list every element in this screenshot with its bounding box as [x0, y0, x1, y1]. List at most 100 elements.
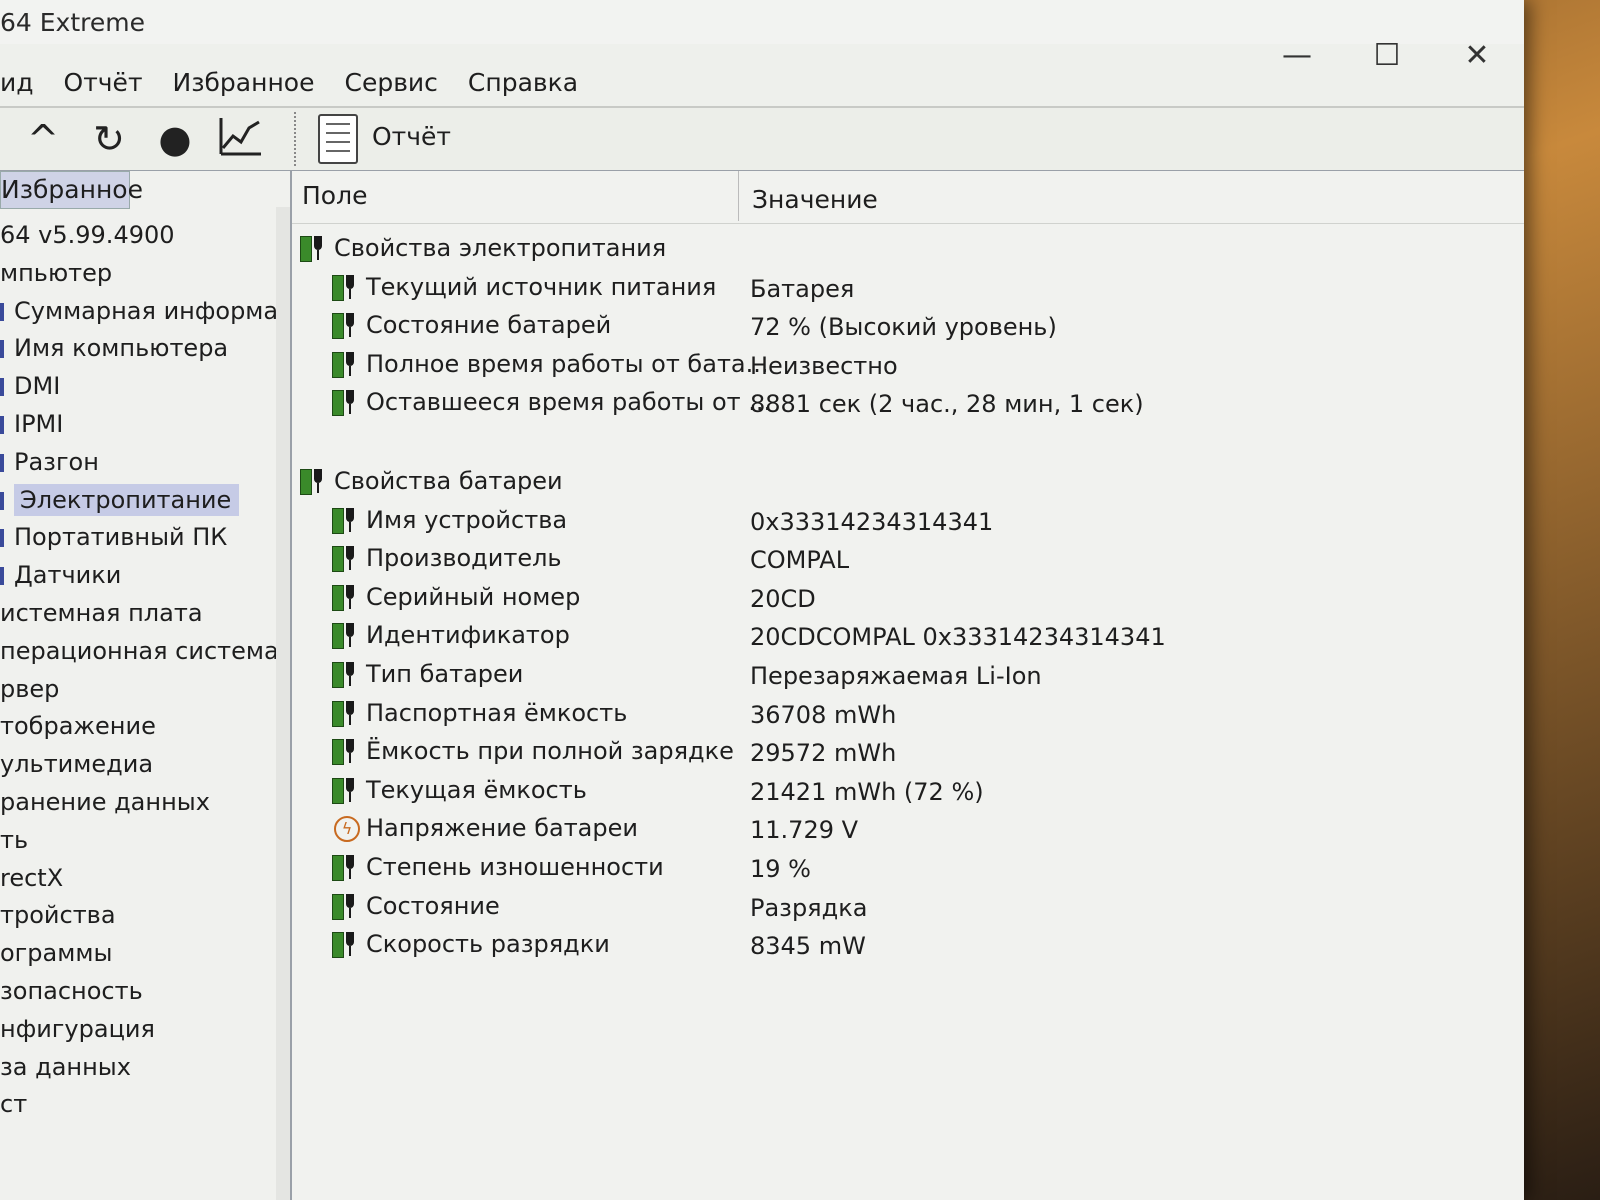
tree-item[interactable]: мпьютер	[0, 255, 276, 293]
field-value: 8345 mW	[750, 932, 866, 961]
sidebar-scrollbar[interactable]	[276, 207, 290, 1200]
menu-help[interactable]: Справка	[468, 68, 578, 97]
table-row[interactable]: Скорость разрядки 8345 mW	[292, 925, 1524, 964]
field-value: Неизвестно	[750, 351, 898, 380]
table-row[interactable]: Паспортная ёмкость 36708 mWh	[292, 694, 1524, 733]
tree-item[interactable]: Разгон	[0, 444, 276, 482]
field-value: Батарея	[750, 274, 855, 303]
tree-item-label: мпьютер	[0, 258, 113, 287]
field-label: Степень изношенности	[366, 852, 664, 881]
chart-icon[interactable]	[216, 116, 266, 162]
tree-item-label: Суммарная информац	[14, 296, 276, 325]
tree-item-label: тройства	[0, 901, 116, 930]
battery-plug-icon	[332, 893, 360, 920]
tree-item[interactable]: ст	[0, 1086, 276, 1124]
tree-item[interactable]: Имя компьютера	[0, 330, 276, 368]
battery-plug-icon	[332, 661, 360, 688]
menu-report[interactable]: Отчёт	[64, 68, 143, 97]
tree-item[interactable]: за данных	[0, 1049, 276, 1087]
user-icon[interactable]: ●	[150, 116, 200, 162]
battery-plug-icon	[332, 777, 360, 804]
tree-item[interactable]: тройства	[0, 897, 276, 935]
menu-service[interactable]: Сервис	[344, 68, 437, 97]
table-row[interactable]: Текущая ёмкость 21421 mWh (72 %)	[292, 771, 1524, 810]
field-value: 20CD	[750, 584, 816, 613]
field-label: Текущая ёмкость	[366, 775, 587, 804]
tree-item[interactable]: ть	[0, 822, 276, 860]
tree-item[interactable]: rectX	[0, 860, 276, 898]
tree-item-label: зопасность	[0, 976, 143, 1005]
tab-favorites[interactable]: Избранное	[0, 171, 143, 209]
table-row[interactable]: Идентификатор 20CDCOMPAL 0x33314234314341	[292, 616, 1524, 655]
tree-item[interactable]: истемная плата	[0, 595, 276, 633]
column-header-field[interactable]: Поле	[302, 181, 367, 210]
group-row[interactable]: Свойства батареи	[292, 462, 1524, 501]
tree-item[interactable]: перационная система	[0, 633, 276, 671]
menu-view[interactable]: ид	[0, 68, 34, 97]
sidebar: Избранное 64 v5.99.4900 мпьютер Суммарная …	[0, 171, 292, 1200]
battery-plug-icon	[332, 507, 360, 534]
table-row[interactable]: Тип батареи Перезаряжаемая Li-Ion	[292, 655, 1524, 694]
table-row[interactable]: Оставшееся время работы от ... 8881 сек (…	[292, 383, 1524, 422]
column-header-value[interactable]: Значение	[752, 185, 878, 214]
table-row[interactable]: ϟ Напряжение батареи 11.729 V	[292, 809, 1524, 848]
tree-item[interactable]: тображение	[0, 708, 276, 746]
field-value: COMPAL	[750, 546, 850, 575]
field-label: Напряжение батареи	[366, 814, 638, 843]
tree-item[interactable]: ранение данных	[0, 784, 276, 822]
field-label: Свойства батареи	[334, 466, 563, 495]
tree-item-label: нфигурация	[0, 1014, 155, 1043]
field-label: Состояние батарей	[366, 311, 612, 340]
field-value: 21421 mWh (72 %)	[750, 777, 984, 806]
report-button-label[interactable]: Отчёт	[372, 122, 451, 151]
battery-plug-icon	[332, 546, 360, 573]
caret-up-icon[interactable]: ^	[18, 116, 68, 162]
field-label: Идентификатор	[366, 621, 570, 650]
tree-item-label: тображение	[0, 712, 156, 741]
table-row[interactable]: Состояние Разрядка	[292, 887, 1524, 926]
field-value: 0x33314234314341	[750, 507, 994, 536]
tree-item-label: за данных	[0, 1052, 131, 1081]
refresh-icon[interactable]: ↻	[84, 116, 134, 162]
tree-item[interactable]: IPMI	[0, 406, 276, 444]
table-row[interactable]: Степень изношенности 19 %	[292, 848, 1524, 887]
table-row[interactable]: Текущий источник питания Батарея	[292, 268, 1524, 307]
group-row[interactable]: Свойства электропитания	[292, 229, 1524, 268]
battery-plug-icon	[332, 623, 360, 650]
tree-item[interactable]: ограммы	[0, 935, 276, 973]
tree-item[interactable]: рвер	[0, 671, 276, 709]
tree-item[interactable]: Датчики	[0, 557, 276, 595]
tree-item-label: истемная плата	[0, 598, 203, 627]
field-label: Текущий источник питания	[366, 272, 717, 301]
table-row[interactable]: Имя устройства 0x33314234314341	[292, 501, 1524, 540]
table-row[interactable]: Состояние батарей 72 % (Высокий уровень)	[292, 306, 1524, 345]
table-row[interactable]: Полное время работы от бата... Неизвестно	[292, 345, 1524, 384]
field-value: 8881 сек (2 час., 28 мин, 1 сек)	[750, 390, 1144, 419]
menu-favorites[interactable]: Избранное	[173, 68, 315, 97]
table-row[interactable]: Производитель COMPAL	[292, 539, 1524, 578]
report-icon[interactable]	[318, 114, 358, 164]
table-row[interactable]: Ёмкость при полной зарядке 29572 mWh	[292, 732, 1524, 771]
tree-item[interactable]: Электропитание	[0, 482, 276, 520]
tree-item-label: DMI	[14, 372, 61, 401]
tree-item[interactable]: зопасность	[0, 973, 276, 1011]
tree-item[interactable]: нфигурация	[0, 1011, 276, 1049]
voltage-icon: ϟ	[332, 816, 360, 843]
tree-item-label: rectX	[0, 863, 64, 892]
field-value: 29572 mWh	[750, 739, 897, 768]
table-row[interactable]: Серийный номер 20CD	[292, 578, 1524, 617]
field-value: Перезаряжаемая Li-Ion	[750, 661, 1042, 690]
tree-item-label: Имя компьютера	[14, 334, 229, 363]
tree-item[interactable]: Портативный ПК	[0, 519, 276, 557]
field-value: 72 % (Высокий уровень)	[750, 313, 1057, 342]
battery-plug-icon	[332, 351, 360, 378]
tree-item-label: ть	[0, 825, 29, 854]
tree-item[interactable]: DMI	[0, 368, 276, 406]
column-divider[interactable]	[738, 171, 739, 221]
tree-item[interactable]: Суммарная информац	[0, 293, 276, 331]
tree-item[interactable]: 64 v5.99.4900	[0, 217, 276, 255]
tree-item-label: рвер	[0, 674, 60, 703]
tree-item[interactable]: ультимедиа	[0, 746, 276, 784]
field-label: Ёмкость при полной зарядке	[366, 737, 734, 766]
tree-item-label: 64 v5.99.4900	[0, 221, 175, 249]
